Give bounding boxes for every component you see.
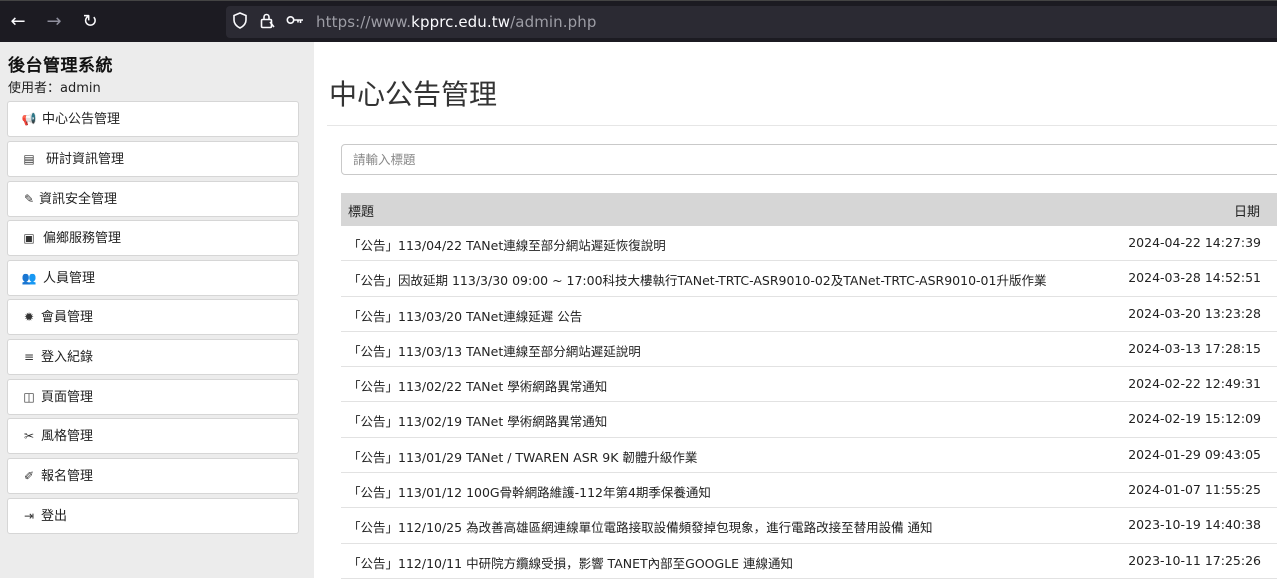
sidebar-item-label: 中心公告管理 — [42, 112, 121, 127]
announcement-date: 2024-04-22 14:27:39 — [1128, 235, 1261, 250]
fire-icon: ✎ — [23, 192, 35, 206]
table-row[interactable]: 「公告」113/04/22 TANet連線至部分網站遲延恢復說明 2024-04… — [341, 226, 1277, 262]
sidebar-item-label: 資訊安全管理 — [39, 192, 118, 207]
announcement-date: 2023-10-19 14:40:38 — [1128, 517, 1261, 533]
shield-icon[interactable] — [230, 12, 250, 32]
table-row[interactable]: 「公告」113/01/12 100G骨幹網路維護-112年第4期季保養通知 20… — [341, 473, 1277, 509]
reload-icon[interactable]: ↻ — [78, 9, 102, 35]
page-title: 中心公告管理 — [329, 78, 498, 111]
sidebar-item-login-records[interactable]: ≡ 登入紀錄 — [7, 339, 299, 375]
announcement-date: 2024-01-07 11:55:25 — [1128, 482, 1261, 498]
table-row[interactable]: 「公告」113/01/29 TANet / TWAREN ASR 9K 韌體升級… — [341, 438, 1277, 474]
current-user: 使用者：admin — [8, 81, 101, 96]
sidebar-item-label: 登入紀錄 — [41, 350, 94, 365]
edit-icon: ✐ — [23, 469, 35, 483]
columns-icon: ◫ — [23, 390, 35, 404]
table-row[interactable]: 「公告」因故延期 113/3/30 09:00 ~ 17:00科技大樓執行TAN… — [341, 261, 1277, 297]
announcement-list: 「公告」113/04/22 TANet連線至部分網站遲延恢復說明 2024-04… — [341, 226, 1277, 579]
announcement-title-link[interactable]: 「公告」因故延期 113/3/30 09:00 ~ 17:00科技大樓執行TAN… — [348, 270, 1046, 289]
table-row[interactable]: 「公告」113/02/22 TANet 學術網路異常通知 2024-02-22 … — [341, 367, 1277, 403]
sidebar-item-members[interactable]: ✹ 會員管理 — [7, 299, 299, 335]
sidebar-item-label: 報名管理 — [41, 469, 94, 484]
table-header: 標題 日期 — [341, 193, 1277, 226]
sidebar-item-styles[interactable]: ✂ 風格管理 — [7, 418, 299, 454]
key-icon[interactable] — [285, 12, 305, 32]
announcement-date: 2024-02-19 15:12:09 — [1128, 411, 1261, 427]
table-row[interactable]: 「公告」112/10/25 為改善高雄區網連線單位電路接取設備頻發掉包現象，進行… — [341, 508, 1277, 544]
announcement-title-link[interactable]: 「公告」112/10/11 中研院方纜線受損，影響 TANET內部至GOOGLE… — [348, 553, 793, 572]
announcement-title-link[interactable]: 「公告」113/04/22 TANet連線至部分網站遲延恢復說明 — [348, 235, 666, 254]
lock-icon[interactable] — [257, 12, 277, 32]
newspaper-icon: ▤ — [23, 152, 35, 166]
column-header-date: 日期 — [1233, 205, 1260, 220]
sign-out-icon: ⇥ — [23, 509, 35, 523]
search-input[interactable] — [341, 144, 1277, 175]
sidebar-item-rural-service[interactable]: ▣ 偏鄉服務管理 — [7, 220, 299, 256]
main-content: 中心公告管理 標題 日期 「公告」113/04/22 TANet連線至部分網站遲… — [314, 42, 1277, 579]
megaphone-icon: 📢 — [21, 112, 37, 126]
announcement-date: 2024-03-20 13:23:28 — [1128, 305, 1261, 321]
divider — [327, 125, 1277, 126]
sidebar-item-label: 頁面管理 — [41, 390, 94, 405]
sidebar-item-logout[interactable]: ⇥ 登出 — [7, 498, 299, 534]
browser-toolbar: ← → ↻ https://www.kpprc.edu.tw/admin.php — [0, 0, 1277, 43]
address-bar[interactable]: https://www.kpprc.edu.tw/admin.php — [226, 6, 1277, 38]
sidebar-item-registration[interactable]: ✐ 報名管理 — [7, 458, 299, 494]
back-icon[interactable]: ← — [6, 9, 30, 35]
forward-icon[interactable]: → — [42, 9, 66, 35]
announcement-title-link[interactable]: 「公告」113/02/19 TANet 學術網路異常通知 — [348, 411, 607, 430]
list-icon: ≡ — [23, 350, 35, 364]
sidebar-item-staff[interactable]: 👥 人員管理 — [7, 260, 299, 296]
announcement-date: 2024-03-28 14:52:51 — [1128, 270, 1261, 286]
table-row[interactable]: 「公告」113/03/20 TANet連線延遲 公告 2024-03-20 13… — [341, 297, 1277, 332]
sidebar-item-label: 研討資訊管理 — [46, 152, 125, 167]
sidebar-item-label: 人員管理 — [43, 271, 96, 286]
table-row[interactable]: 「公告」112/10/11 中研院方纜線受損，影響 TANET內部至GOOGLE… — [341, 544, 1277, 579]
announcement-title-link[interactable]: 「公告」113/01/29 TANet / TWAREN ASR 9K 韌體升級… — [348, 447, 697, 466]
sidebar-item-security[interactable]: ✎ 資訊安全管理 — [7, 181, 299, 217]
announcement-date: 2023-10-11 17:25:26 — [1128, 552, 1261, 568]
announcement-date: 2024-02-22 12:49:31 — [1128, 376, 1261, 392]
table-row[interactable]: 「公告」113/02/19 TANet 學術網路異常通知 2024-02-19 … — [341, 402, 1277, 438]
announcement-title-link[interactable]: 「公告」113/03/13 TANet連線至部分網站遲延說明 — [348, 341, 641, 360]
announcement-date: 2024-03-13 17:28:15 — [1128, 340, 1261, 356]
table-row[interactable]: 「公告」113/03/13 TANet連線至部分網站遲延說明 2024-03-1… — [341, 332, 1277, 368]
sidebar-item-label: 偏鄉服務管理 — [43, 231, 122, 246]
url-path: /admin.php — [510, 13, 597, 31]
announcement-date: 2024-01-29 09:43:05 — [1128, 446, 1261, 462]
announcement-title-link[interactable]: 「公告」113/01/12 100G骨幹網路維護-112年第4期季保養通知 — [348, 482, 711, 501]
scissors-icon: ✂ — [23, 429, 35, 443]
sidebar-item-label: 登出 — [41, 509, 68, 524]
sidebar-title: 後台管理系統 — [8, 56, 113, 76]
sidebar-item-label: 會員管理 — [41, 310, 94, 325]
announcement-title-link[interactable]: 「公告」112/10/25 為改善高雄區網連線單位電路接取設備頻發掉包現象，進行… — [348, 517, 933, 536]
sidebar-item-announcements[interactable]: 📢 中心公告管理 — [7, 101, 299, 137]
url-text[interactable]: https://www.kpprc.edu.tw/admin.php — [316, 12, 597, 32]
column-header-title: 標題 — [348, 205, 375, 220]
image-icon: ▣ — [23, 231, 35, 245]
announcement-title-link[interactable]: 「公告」113/03/20 TANet連線延遲 公告 — [348, 306, 582, 325]
sidebar-item-seminars[interactable]: ▤ 研討資訊管理 — [7, 141, 299, 177]
url-host: kpprc.edu.tw — [411, 13, 511, 31]
url-prefix: https://www. — [316, 13, 412, 31]
announcement-title-link[interactable]: 「公告」113/02/22 TANet 學術網路異常通知 — [348, 376, 607, 395]
sidebar-item-pages[interactable]: ◫ 頁面管理 — [7, 379, 299, 415]
sidebar-item-label: 風格管理 — [41, 429, 94, 444]
users-icon: 👥 — [21, 271, 37, 285]
sidebar: 後台管理系統 使用者：admin 📢 中心公告管理 ▤ 研討資訊管理 ✎ 資訊安… — [0, 42, 314, 578]
gear-icon: ✹ — [23, 310, 35, 324]
